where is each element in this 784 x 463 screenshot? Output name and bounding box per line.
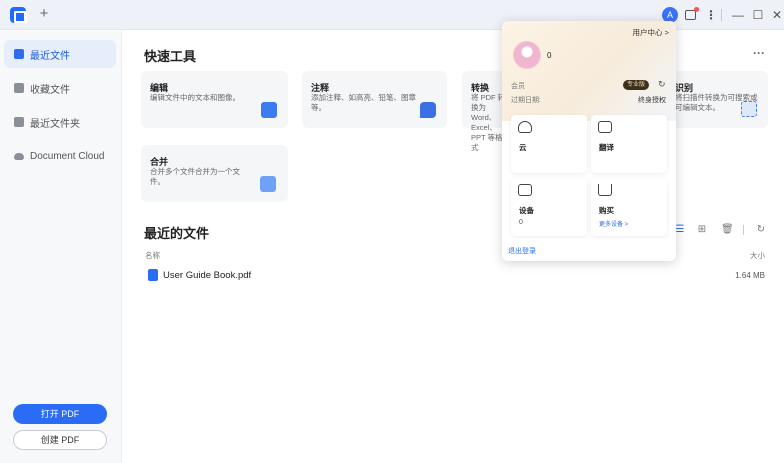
more-menu-icon[interactable]: ⋮: [703, 7, 719, 23]
refresh-icon[interactable]: ↻: [755, 224, 767, 236]
open-pdf-button[interactable]: 打开 PDF: [13, 404, 107, 424]
recent-file-icon: [14, 49, 24, 59]
tool-desc: 添加注释、如高亮、铅笔、图章等。: [311, 93, 416, 112]
grid-view-icon[interactable]: ⊞: [696, 224, 708, 236]
recent-files-title: 最近的文件: [144, 226, 210, 241]
membership-label: 会员: [511, 83, 525, 90]
tile-label: 翻译: [599, 143, 614, 152]
sidebar-item-label: 最近文件夹: [30, 118, 80, 130]
expiry-label: 过期日期:: [511, 97, 541, 104]
tile-label: 云: [519, 143, 527, 152]
more-options-icon[interactable]: ···: [753, 46, 765, 60]
cloud-icon: [14, 152, 24, 160]
expiry-value: 终身授权: [638, 97, 666, 104]
titlebar-divider: [721, 9, 722, 21]
cart-icon: [598, 184, 612, 196]
message-icon[interactable]: [682, 7, 699, 23]
user-avatar: [513, 41, 541, 69]
add-tab-button[interactable]: +: [37, 5, 51, 23]
account-popup: 用户中心 > 0 会员 专业版 ↻ 过期日期: 终身授权 云 翻译 设备 0 购…: [502, 21, 676, 261]
comment-icon: [420, 102, 436, 118]
star-file-icon: [14, 83, 24, 93]
tile-label: 设备: [519, 206, 534, 215]
purchase-tile[interactable]: 购买 更多设备 >: [591, 178, 667, 236]
translate-tile[interactable]: 翻译: [591, 115, 667, 173]
folder-icon: [14, 117, 24, 127]
sidebar-item-label: 收藏文件: [30, 84, 70, 96]
tool-desc: 编辑文件中的文本和图像。: [150, 93, 240, 102]
sidebar-item-document-cloud[interactable]: Document Cloud: [4, 142, 116, 170]
pdf-file-icon: [148, 269, 158, 281]
account-header: 用户中心 > 0 会员 专业版 ↻ 过期日期: 终身授权: [502, 21, 676, 121]
tool-desc: 合并多个文件合并为一个文件。: [150, 167, 240, 186]
device-count: 0: [519, 219, 523, 226]
sidebar-item-recent-folders[interactable]: 最近文件夹: [4, 108, 116, 136]
monitor-icon: [518, 184, 532, 196]
file-name: User Guide Book.pdf: [163, 270, 252, 281]
plan-badge: 专业版: [623, 80, 650, 90]
sidebar-item-label: 最近文件: [30, 50, 70, 62]
sync-icon[interactable]: ↻: [658, 79, 666, 90]
tool-card-merge[interactable]: 合并 合并多个文件合并为一个文件。: [141, 145, 288, 202]
cloud-tile[interactable]: 云: [511, 115, 587, 173]
cloud-icon: [518, 121, 532, 133]
more-devices-link[interactable]: 更多设备 >: [599, 219, 628, 228]
edit-icon: [261, 102, 277, 118]
sidebar-item-recent-files[interactable]: 最近文件: [4, 40, 116, 68]
column-header-name[interactable]: 名称: [145, 250, 160, 261]
app-logo-icon: [10, 7, 27, 23]
sidebar-item-label: Document Cloud: [30, 150, 105, 162]
delete-icon[interactable]: 🗑: [721, 224, 734, 236]
ocr-scan-icon: [741, 101, 757, 117]
column-header-size[interactable]: 大小: [750, 250, 765, 261]
tool-card-convert[interactable]: 转换 将 PDF 转换为 Word、Excel、PPT 等格式: [462, 71, 507, 152]
quick-tools-title: 快速工具: [144, 49, 197, 64]
translate-icon: [598, 121, 612, 133]
tool-card-annotate[interactable]: 注释 添加注释、如高亮、铅笔、图章等。: [302, 71, 447, 128]
logout-link[interactable]: 退出登录: [508, 246, 536, 256]
username: 0: [547, 51, 552, 60]
merge-icon: [260, 176, 276, 192]
device-tile[interactable]: 设备 0: [511, 178, 587, 236]
table-row[interactable]: User Guide Book.pdf 1.64 MB: [141, 265, 771, 287]
tool-card-edit[interactable]: 编辑 编辑文件中的文本和图像。: [141, 71, 288, 128]
sidebar-item-starred-files[interactable]: 收藏文件: [4, 74, 116, 102]
tile-label: 购买: [599, 206, 614, 215]
toolbar-divider: [743, 225, 744, 235]
create-pdf-button[interactable]: 创建 PDF: [13, 430, 107, 450]
file-size: 1.64 MB: [735, 271, 765, 280]
user-center-link[interactable]: 用户中心 >: [633, 27, 669, 38]
sidebar: 最近文件 收藏文件 最近文件夹 Document Cloud 打开 PDF 创建…: [0, 31, 122, 463]
tool-card-ocr[interactable]: 识别 将扫描件转换为可搜索或可编辑文本。: [668, 71, 768, 128]
minimize-button[interactable]: —: [730, 7, 746, 23]
close-button[interactable]: ✕: [769, 7, 784, 23]
maximize-button[interactable]: ☐: [750, 7, 766, 23]
